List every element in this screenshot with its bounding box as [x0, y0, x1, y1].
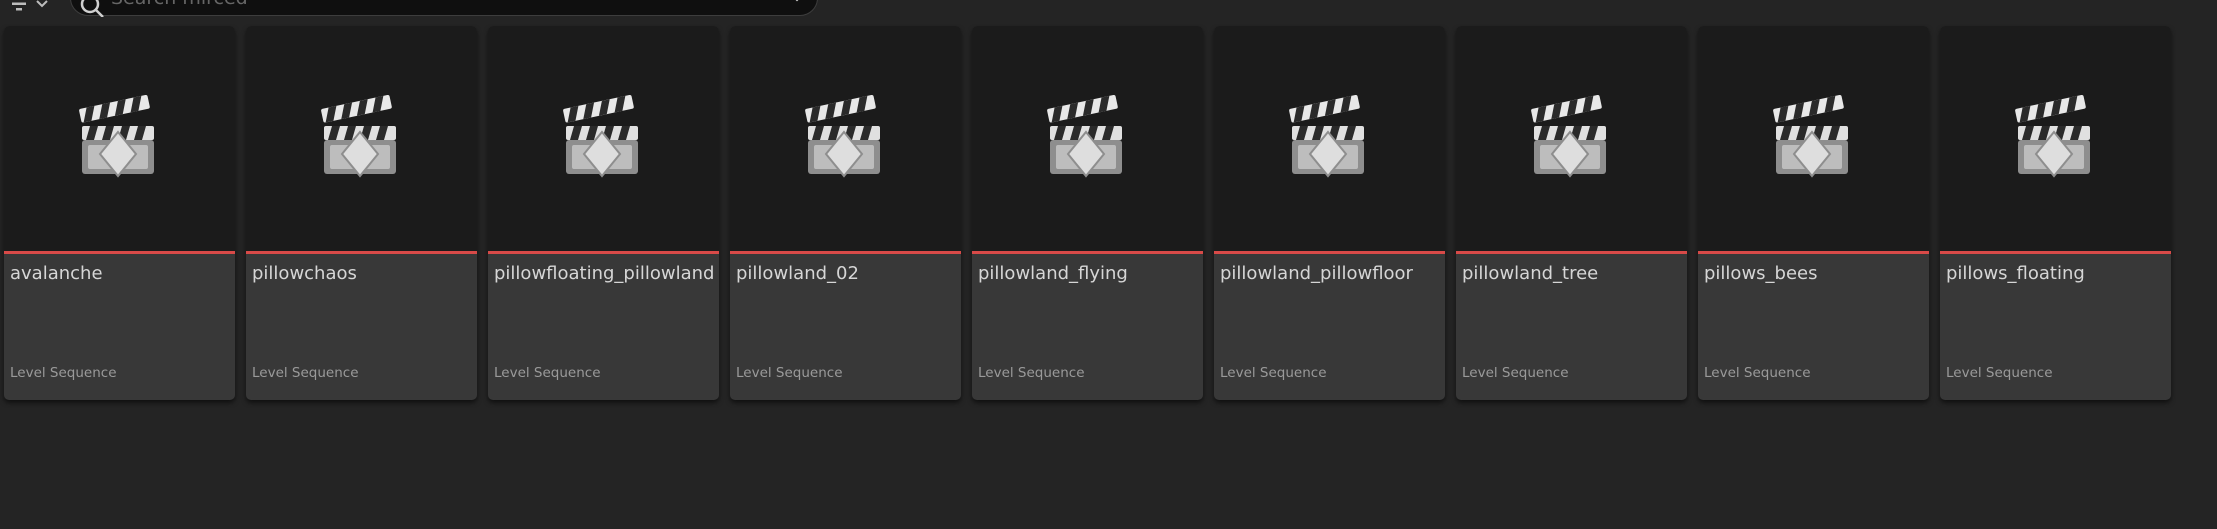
chevron-down-icon[interactable] — [789, 0, 805, 3]
asset-name: pillows_bees — [1704, 263, 1818, 284]
asset-name: pillows_floating — [1946, 263, 2085, 284]
filter-icon — [12, 2, 26, 11]
filter-button[interactable] — [8, 0, 56, 14]
asset-thumbnail — [488, 26, 719, 254]
asset-name: avalanche — [10, 263, 103, 284]
asset-name: pillowland_pillowfloor — [1220, 263, 1413, 284]
search-box[interactable] — [70, 0, 818, 17]
asset-type: Level Sequence — [1704, 365, 1811, 381]
asset-thumbnail — [246, 26, 477, 254]
asset-tile[interactable]: pillowland_tree Level Sequence — [1456, 26, 1687, 400]
asset-thumbnail — [730, 26, 961, 254]
level-sequence-icon — [321, 94, 396, 178]
level-sequence-icon — [1047, 94, 1122, 178]
level-sequence-icon — [1773, 94, 1848, 178]
asset-thumbnail — [1940, 26, 2171, 254]
asset-thumbnail — [4, 26, 235, 254]
asset-tile[interactable]: avalanche Level Sequence — [4, 26, 235, 400]
asset-tile[interactable]: pillowchaos Level Sequence — [246, 26, 477, 400]
asset-thumbnail — [1698, 26, 1929, 254]
asset-grid: avalanche Level Sequence pillowchaos Lev… — [4, 26, 2171, 400]
content-browser-toolbar — [0, 0, 2217, 17]
chevron-down-icon — [36, 0, 48, 8]
asset-name: pillowland_tree — [1462, 263, 1599, 284]
level-sequence-icon — [563, 94, 638, 178]
asset-name: pillowfloating_pillowland — [494, 263, 715, 284]
level-sequence-icon — [805, 94, 880, 178]
asset-type: Level Sequence — [1462, 365, 1569, 381]
asset-tile[interactable]: pillowland_flying Level Sequence — [972, 26, 1203, 400]
asset-type: Level Sequence — [1220, 365, 1327, 381]
asset-name: pillowland_02 — [736, 263, 859, 284]
asset-type: Level Sequence — [978, 365, 1085, 381]
asset-type: Level Sequence — [736, 365, 843, 381]
asset-thumbnail — [972, 26, 1203, 254]
level-sequence-icon — [2015, 94, 2090, 178]
level-sequence-icon — [1531, 94, 1606, 178]
asset-type: Level Sequence — [10, 365, 117, 381]
asset-tile[interactable]: pillowfloating_pillowland Level Sequence — [488, 26, 719, 400]
asset-name: pillowchaos — [252, 263, 357, 284]
asset-tile[interactable]: pillowland_02 Level Sequence — [730, 26, 961, 400]
asset-tile[interactable]: pillows_bees Level Sequence — [1698, 26, 1929, 400]
asset-thumbnail — [1456, 26, 1687, 254]
level-sequence-icon — [1289, 94, 1364, 178]
search-icon — [80, 0, 104, 17]
asset-type: Level Sequence — [1946, 365, 2053, 381]
asset-tile[interactable]: pillows_floating Level Sequence — [1940, 26, 2171, 400]
asset-name: pillowland_flying — [978, 263, 1128, 284]
asset-tile[interactable]: pillowland_pillowfloor Level Sequence — [1214, 26, 1445, 400]
search-input[interactable] — [111, 0, 751, 13]
asset-type: Level Sequence — [252, 365, 359, 381]
level-sequence-icon — [79, 94, 154, 178]
asset-thumbnail — [1214, 26, 1445, 254]
asset-type: Level Sequence — [494, 365, 601, 381]
